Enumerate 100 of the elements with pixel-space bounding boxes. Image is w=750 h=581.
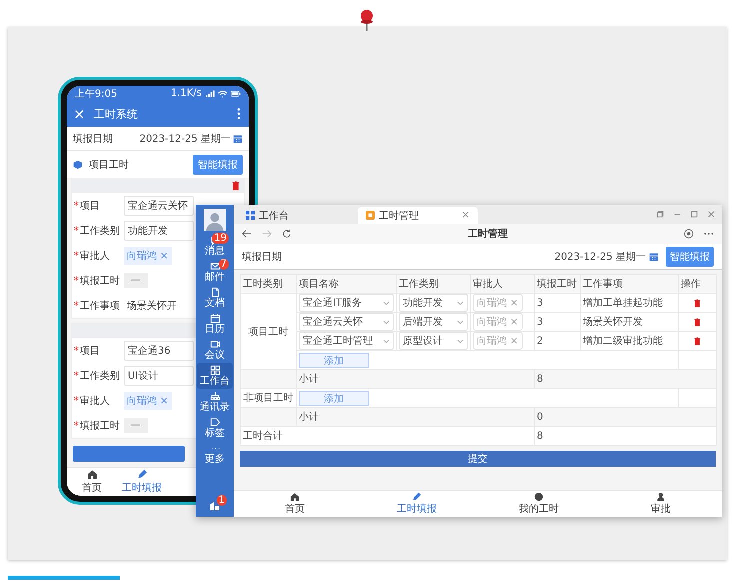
sidebar-item[interactable]: 标签: [197, 415, 233, 441]
column-header: 工时类别: [240, 274, 296, 294]
close-icon[interactable]: [707, 210, 716, 219]
wifi-icon: [218, 90, 228, 98]
hours-stepper[interactable]: —: [124, 418, 148, 433]
trash-icon[interactable]: [232, 181, 240, 191]
column-header: 操作: [678, 274, 716, 294]
sidebar-item[interactable]: 日历: [197, 311, 233, 337]
project-select[interactable]: 宝企通云关怀: [299, 313, 394, 331]
field-label: *填报工时: [74, 274, 121, 288]
table-cell: 8: [534, 370, 716, 388]
date-label: 填报日期: [73, 132, 113, 146]
sidebar-item[interactable]: 文档: [197, 285, 233, 311]
count-badge: 7: [218, 259, 229, 270]
battery-icon: [231, 90, 241, 98]
date-value: 2023-12-25 星期一: [140, 132, 231, 146]
nav-tab[interactable]: 工时填报: [117, 468, 167, 496]
trash-icon[interactable]: [694, 298, 701, 308]
grid-icon: [246, 211, 255, 220]
table-cell: 8: [534, 426, 716, 446]
home-icon: [290, 492, 300, 502]
approver-tag[interactable]: 向瑞鸿 ×: [124, 246, 172, 264]
pencil-icon: [412, 492, 422, 502]
field-label: *工作类别: [74, 224, 121, 238]
back-icon[interactable]: [242, 229, 252, 239]
select-field[interactable]: 宝企通云关怀: [124, 196, 194, 216]
column-header: 审批人: [470, 274, 534, 294]
table-cell: 3: [534, 294, 580, 312]
work-type-select[interactable]: 功能开发: [399, 294, 468, 312]
building-icon[interactable]: [209, 500, 221, 512]
field-label: *审批人: [74, 250, 111, 262]
avatar-icon[interactable]: [204, 209, 226, 231]
maximize-icon[interactable]: [690, 210, 699, 219]
envelope-icon: [210, 261, 220, 272]
chevron-icon: [457, 320, 464, 324]
field-value: 场景关怀开: [126, 300, 178, 314]
table-cell: 2: [534, 332, 580, 350]
submit-button[interactable]: 提交: [240, 451, 716, 467]
table-cell: 场景关怀开发: [580, 312, 678, 332]
window-title: 工时管理: [467, 228, 509, 241]
section-title: 项目工时: [89, 158, 129, 172]
field-label: *审批人: [74, 394, 111, 408]
trash-icon[interactable]: [694, 336, 701, 346]
field-label: *工作事项: [74, 300, 121, 312]
column-header: 工作事项: [580, 274, 678, 294]
add-button[interactable]: 添加: [299, 352, 369, 368]
work-type-select[interactable]: 原型设计: [399, 332, 468, 350]
org-chart-icon: [210, 391, 220, 402]
sidebar-item[interactable]: 更多: [197, 441, 233, 467]
select-field[interactable]: UI设计: [124, 366, 194, 386]
nav-tab[interactable]: 首页: [67, 468, 117, 496]
table-cell: 3: [534, 312, 580, 332]
chevron-icon: [383, 338, 390, 344]
browser-tab[interactable]: 工作台: [238, 207, 358, 224]
calendar-icon[interactable]: [233, 134, 243, 144]
hours-stepper[interactable]: —: [124, 273, 148, 288]
sidebar-item[interactable]: 消息 19: [197, 233, 233, 259]
project-select[interactable]: 宝企通工时管理: [299, 332, 394, 350]
sidebar-item[interactable]: 工作台: [197, 363, 233, 389]
video-icon: [210, 339, 220, 350]
add-button[interactable]: 添加: [299, 390, 369, 406]
home-icon: [86, 469, 98, 480]
smart-fill-button[interactable]: 智能填报: [666, 246, 714, 266]
chevron-icon: [457, 338, 464, 344]
more-icon[interactable]: [237, 108, 241, 120]
column-header: 填报工时: [534, 274, 580, 294]
table-cell: 0: [534, 408, 716, 426]
nav-tab[interactable]: 我的工时: [478, 491, 600, 517]
chevron-icon: [383, 300, 390, 306]
field-label: *填报工时: [74, 420, 121, 432]
nav-tab[interactable]: 审批: [600, 491, 722, 517]
field-label: *工作类别: [74, 370, 121, 382]
count-badge: 1: [216, 495, 227, 506]
sidebar-item[interactable]: 邮件 7: [197, 259, 233, 285]
reload-icon[interactable]: [282, 229, 292, 239]
project-select[interactable]: 宝企通IT服务: [299, 294, 394, 312]
column-header: 项目名称: [296, 274, 396, 294]
calendar-icon[interactable]: [649, 252, 659, 262]
sidebar-item[interactable]: 通讯录: [197, 389, 233, 415]
smart-fill-button[interactable]: 智能填报: [193, 154, 243, 174]
nav-tab[interactable]: 工时填报: [356, 491, 478, 517]
cube-icon: [73, 160, 83, 170]
status-time: 上午9:05: [75, 88, 118, 100]
sidebar-item[interactable]: 会议: [197, 337, 233, 363]
chevron-icon: [457, 300, 464, 306]
date-label: 填报日期: [242, 250, 282, 264]
nav-tab[interactable]: 首页: [234, 491, 356, 517]
work-type-select[interactable]: 后端开发: [399, 313, 468, 331]
select-field[interactable]: 宝企通36: [124, 340, 194, 360]
pushpin-icon: [359, 8, 375, 32]
column-header: 工作类别: [396, 274, 470, 294]
approver-tag[interactable]: 向瑞鸿 ×: [124, 392, 172, 410]
browser-tab[interactable]: 工时管理 ×: [358, 207, 478, 224]
date-value: 2023-12-25 星期一: [554, 250, 646, 264]
signal-icon: [205, 90, 215, 98]
restore-icon[interactable]: [656, 210, 665, 219]
pencil-icon: [136, 469, 148, 480]
target-icon[interactable]: [684, 229, 694, 239]
trash-icon[interactable]: [694, 318, 701, 326]
select-field[interactable]: 功能开发: [124, 220, 194, 240]
